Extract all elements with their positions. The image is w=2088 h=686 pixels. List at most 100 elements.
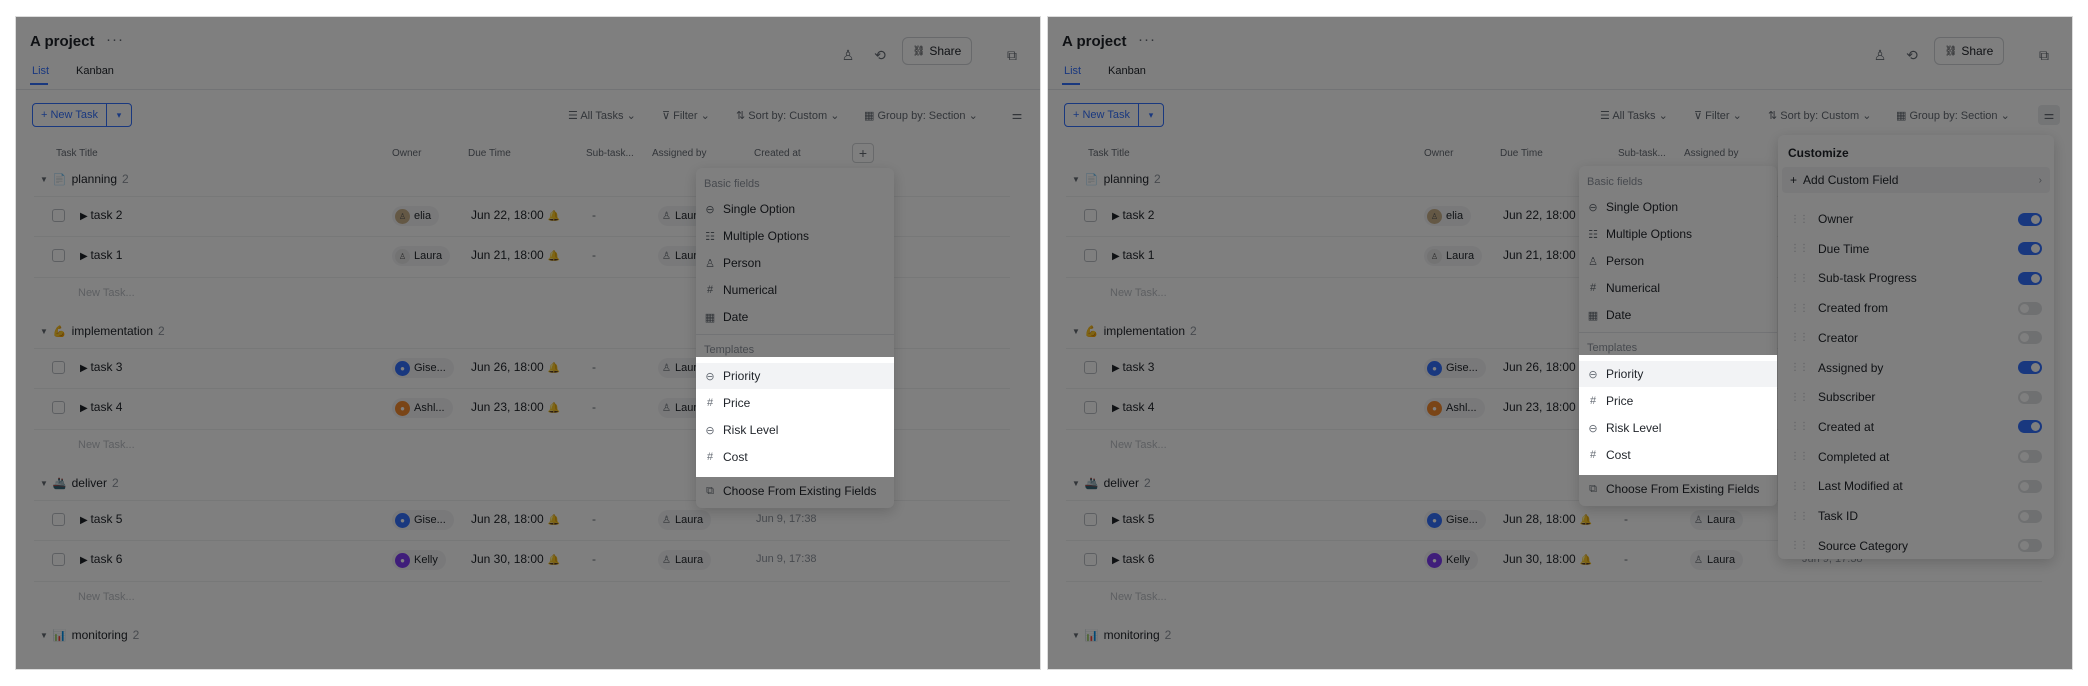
customize-field-row[interactable]: ⋮⋮ Last Modified at xyxy=(1778,472,2054,500)
caret-down-icon[interactable]: ▼ xyxy=(40,327,48,336)
owner-chip[interactable]: ♙ elia xyxy=(392,206,440,226)
drag-handle-icon[interactable]: ⋮⋮ xyxy=(1790,303,1809,314)
template-option[interactable]: ⊖ Priority xyxy=(696,363,894,389)
task-name[interactable]: ▶ task 4 xyxy=(1112,400,1154,414)
task-name[interactable]: ▶ task 5 xyxy=(80,512,122,526)
new-task-input[interactable]: New Task... xyxy=(1110,287,1167,299)
share-button[interactable]: ⛓ Share xyxy=(902,37,972,65)
task-checkbox[interactable] xyxy=(52,553,65,566)
more-options-icon[interactable]: ··· xyxy=(106,31,124,48)
drag-handle-icon[interactable]: ⋮⋮ xyxy=(1790,421,1809,432)
sort-button[interactable]: ⇅ Sort by: Custom ⌄ xyxy=(1768,109,1871,122)
owner-chip[interactable]: ● Kelly xyxy=(1424,550,1478,570)
section-header[interactable]: ▼ 🚢 deliver 2 xyxy=(40,476,119,490)
drag-handle-icon[interactable]: ⋮⋮ xyxy=(1790,214,1809,225)
filter-button[interactable]: ⊽ Filter ⌄ xyxy=(1694,109,1742,122)
customize-field-row[interactable]: ⋮⋮ Assigned by xyxy=(1778,354,2054,382)
owner-chip[interactable]: ● Gise... xyxy=(1424,510,1486,530)
new-task-button[interactable]: + New Task ▾ xyxy=(1064,103,1164,127)
field-option[interactable]: ☷ Multiple Options xyxy=(1579,221,1777,247)
task-name[interactable]: ▶ task 2 xyxy=(1112,208,1154,222)
owner-chip[interactable]: ● Ashl... xyxy=(1424,398,1485,418)
new-task-button[interactable]: + New Task ▾ xyxy=(32,103,132,127)
expand-arrow-icon[interactable]: ▶ xyxy=(80,515,90,526)
customize-field-row[interactable]: ⋮⋮ Sub-task Progress xyxy=(1778,264,2054,292)
owner-chip[interactable]: ● Gise... xyxy=(1424,358,1486,378)
new-task-main[interactable]: + New Task xyxy=(33,104,107,126)
expand-arrow-icon[interactable]: ▶ xyxy=(1112,555,1122,566)
assigned-by-chip[interactable]: ♙Laura xyxy=(1690,510,1744,530)
customize-field-row[interactable]: ⋮⋮ Completed at xyxy=(1778,443,2054,471)
due-time[interactable]: Jun 28, 18:00 🔔 xyxy=(471,512,560,526)
due-time[interactable]: Jun 28, 18:00 🔔 xyxy=(1503,512,1592,526)
more-options-icon[interactable]: ··· xyxy=(1138,31,1156,48)
field-visibility-toggle[interactable] xyxy=(2018,539,2042,553)
history-icon[interactable]: ⟲ xyxy=(868,43,892,67)
owner-chip[interactable]: ● Kelly xyxy=(392,550,446,570)
template-option[interactable]: # Cost xyxy=(696,444,894,470)
field-visibility-toggle[interactable] xyxy=(2018,331,2042,345)
tab-list[interactable]: List xyxy=(1064,65,1081,77)
expand-arrow-icon[interactable]: ▶ xyxy=(80,555,90,566)
drag-handle-icon[interactable]: ⋮⋮ xyxy=(1790,243,1809,254)
new-task-input[interactable]: New Task... xyxy=(78,439,135,451)
owner-chip[interactable]: ● Ashl... xyxy=(392,398,453,418)
tab-list[interactable]: List xyxy=(32,65,49,77)
drag-handle-icon[interactable]: ⋮⋮ xyxy=(1790,392,1809,403)
caret-down-icon[interactable]: ▼ xyxy=(40,631,48,640)
open-window-icon[interactable]: ⧉ xyxy=(2032,43,2056,67)
share-button[interactable]: ⛓ Share xyxy=(1934,37,2004,65)
drag-handle-icon[interactable]: ⋮⋮ xyxy=(1790,362,1809,373)
field-visibility-toggle[interactable] xyxy=(2018,301,2042,315)
task-name[interactable]: ▶ task 6 xyxy=(1112,552,1154,566)
caret-down-icon[interactable]: ▼ xyxy=(40,175,48,184)
expand-arrow-icon[interactable]: ▶ xyxy=(1112,251,1122,262)
field-option[interactable]: ♙ Person xyxy=(696,250,894,276)
caret-down-icon[interactable]: ▼ xyxy=(1072,175,1080,184)
template-option[interactable]: ⊖ Priority xyxy=(1579,361,1777,387)
template-option[interactable]: # Price xyxy=(696,390,894,416)
task-checkbox[interactable] xyxy=(1084,553,1097,566)
expand-arrow-icon[interactable]: ▶ xyxy=(1112,211,1122,222)
customize-field-row[interactable]: ⋮⋮ Creator xyxy=(1778,324,2054,352)
new-task-input[interactable]: New Task... xyxy=(1110,439,1167,451)
field-option[interactable]: ♙ Person xyxy=(1579,248,1777,274)
new-task-input[interactable]: New Task... xyxy=(78,591,135,603)
caret-down-icon[interactable]: ▼ xyxy=(1072,631,1080,640)
field-option[interactable]: ▦ Date xyxy=(696,304,894,330)
expand-arrow-icon[interactable]: ▶ xyxy=(1112,363,1122,374)
task-checkbox[interactable] xyxy=(52,361,65,374)
task-checkbox[interactable] xyxy=(52,401,65,414)
history-icon[interactable]: ⟲ xyxy=(1900,43,1924,67)
user-icon[interactable]: ♙ xyxy=(1868,43,1892,67)
field-option[interactable]: ⊖ Single Option xyxy=(696,196,894,222)
owner-chip[interactable]: ♙ Laura xyxy=(392,246,451,266)
task-name[interactable]: ▶ task 5 xyxy=(1112,512,1154,526)
group-button[interactable]: ▦ Group by: Section ⌄ xyxy=(1896,109,2010,122)
caret-down-icon[interactable]: ▼ xyxy=(1072,479,1080,488)
new-task-main[interactable]: + New Task xyxy=(1065,104,1139,126)
task-checkbox[interactable] xyxy=(1084,401,1097,414)
assigned-by-chip[interactable]: ♙Laura xyxy=(658,550,712,570)
customize-field-row[interactable]: ⋮⋮ Task ID xyxy=(1778,502,2054,530)
chevron-down-icon[interactable]: ▾ xyxy=(1139,104,1163,126)
template-option[interactable]: # Cost xyxy=(1579,442,1777,468)
task-name[interactable]: ▶ task 3 xyxy=(80,360,122,374)
assigned-by-chip[interactable]: ♙Laura xyxy=(658,510,712,530)
drag-handle-icon[interactable]: ⋮⋮ xyxy=(1790,540,1809,551)
chevron-down-icon[interactable]: ▾ xyxy=(107,104,131,126)
settings-sliders-icon[interactable]: ⚌ xyxy=(2038,105,2060,125)
due-time[interactable]: Jun 22, 18:00🔔 xyxy=(471,208,560,222)
field-visibility-toggle[interactable] xyxy=(2018,361,2042,374)
task-name[interactable]: ▶ task 1 xyxy=(80,248,122,262)
section-header[interactable]: ▼ 📊 monitoring 2 xyxy=(1072,628,1171,642)
all-tasks-filter[interactable]: ☰ All Tasks ⌄ xyxy=(1600,109,1668,122)
field-option[interactable]: # Numerical xyxy=(1579,275,1777,301)
expand-arrow-icon[interactable]: ▶ xyxy=(1112,515,1122,526)
choose-existing-fields[interactable]: ⧉ Choose From Existing Fields xyxy=(1579,476,1777,502)
task-checkbox[interactable] xyxy=(1084,209,1097,222)
field-visibility-toggle[interactable] xyxy=(2018,390,2042,404)
new-task-input[interactable]: New Task... xyxy=(1110,591,1167,603)
new-task-input[interactable]: New Task... xyxy=(78,287,135,299)
task-checkbox[interactable] xyxy=(1084,249,1097,262)
